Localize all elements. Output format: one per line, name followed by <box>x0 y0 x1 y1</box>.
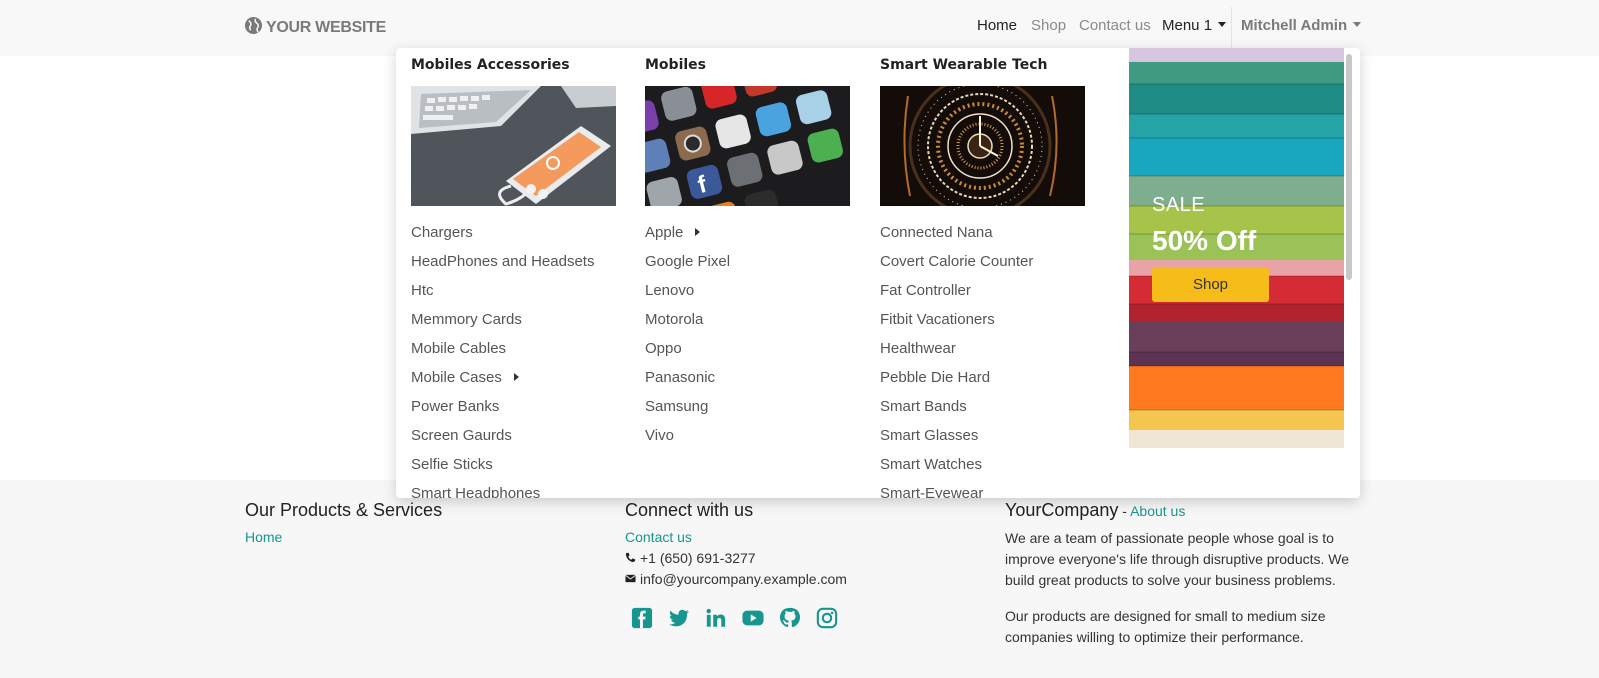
company-target-text: Our products are designed for small to m… <box>1005 608 1326 645</box>
megamenu-scrollbar[interactable] <box>1346 54 1352 280</box>
envelope-icon <box>625 569 636 590</box>
mm-col-mobiles: Mobiles f Apple Google Pixel Lenovo Moto… <box>645 57 855 455</box>
mm-item-label: Apple <box>645 224 684 241</box>
caret-down-icon <box>1218 22 1227 27</box>
footer-email: info@yourcompany.example.com <box>625 569 985 590</box>
youtube-icon[interactable] <box>742 607 764 629</box>
facebook-icon[interactable] <box>631 607 653 629</box>
footer-company-col: YourCompany - About us We are a team of … <box>1005 499 1355 648</box>
caret-down-icon <box>1353 22 1362 27</box>
footer-connect-title: Connect with us <box>625 500 754 520</box>
footer-home-link[interactable]: Home <box>245 527 605 548</box>
github-icon[interactable] <box>779 607 801 629</box>
sale-promo-banner: SALE 50% Off Shop <box>1129 48 1344 448</box>
mobiles-list: Apple Google Pixel Lenovo Motorola Oppo … <box>645 223 855 455</box>
mm-item[interactable]: Selfie Sticks <box>411 455 621 484</box>
mm-item[interactable]: Fitbit Vacationers <box>880 310 1090 339</box>
mm-item[interactable]: Lenovo <box>645 281 855 310</box>
wearables-list: Connected Nana Covert Calorie Counter Fa… <box>880 223 1090 498</box>
mm-col-mobiles-accessories: Mobiles Accessories Chargers HeadPhones … <box>411 57 621 498</box>
mm-item-label: Mobile Cases <box>411 369 502 386</box>
caret-right-icon <box>513 373 519 381</box>
footer-products-col: Our Products & Services Home <box>245 499 605 548</box>
mobiles-image: f <box>645 86 850 206</box>
mm-item[interactable]: Connected Nana <box>880 223 1090 252</box>
mm-item[interactable]: Smart Bands <box>880 397 1090 426</box>
mm-item-mobile-cases[interactable]: Mobile Cases <box>411 368 621 397</box>
mm-item[interactable]: Memmory Cards <box>411 310 621 339</box>
sale-label: SALE <box>1152 194 1206 216</box>
mm-item[interactable]: Fat Controller <box>880 281 1090 310</box>
mm-item[interactable]: Power Banks <box>411 397 621 426</box>
nav-menu1-dropdown[interactable]: Menu 1 <box>1162 17 1227 34</box>
mm-item[interactable]: Screen Gaurds <box>411 426 621 455</box>
footer-company-title: YourCompany - About us <box>1005 499 1355 522</box>
caret-right-icon <box>695 228 701 236</box>
mm-item[interactable]: Smart Headphones <box>411 484 621 498</box>
mega-menu-dropdown: Mobiles Accessories Chargers HeadPhones … <box>396 48 1360 498</box>
nav-shop[interactable]: Shop <box>1031 17 1066 34</box>
mm-item[interactable]: Google Pixel <box>645 252 855 281</box>
about-us-link[interactable]: About us <box>1130 503 1185 519</box>
mm-item[interactable]: Oppo <box>645 339 855 368</box>
footer-contact-link[interactable]: Contact us <box>625 527 985 548</box>
mm-item[interactable]: Smart Glasses <box>880 426 1090 455</box>
mm-item[interactable]: Pebble Die Hard <box>880 368 1090 397</box>
mm-item[interactable]: HeadPhones and Headsets <box>411 252 621 281</box>
company-name: YourCompany <box>1005 500 1119 520</box>
discount-label: 50% Off <box>1152 225 1257 256</box>
mm-item[interactable]: Covert Calorie Counter <box>880 252 1090 281</box>
user-name: Mitchell Admin <box>1241 17 1348 34</box>
mm-item[interactable]: Healthwear <box>880 339 1090 368</box>
mm-item[interactable]: Chargers <box>411 223 621 252</box>
nav-divider <box>1231 7 1232 50</box>
mm-item[interactable]: Panasonic <box>645 368 855 397</box>
wearable-image <box>880 86 1085 206</box>
footer-phone: +1 (650) 691-3277 <box>625 548 985 569</box>
title-dash: - <box>1118 503 1131 519</box>
company-description: We are a team of passionate people whose… <box>1005 530 1350 588</box>
promo-shop-button[interactable]: Shop <box>1152 267 1269 302</box>
mm-item[interactable]: Vivo <box>645 426 855 455</box>
footer-connect-col: Connect with us Contact us +1 (650) 691-… <box>625 499 985 629</box>
mm-item[interactable]: Samsung <box>645 397 855 426</box>
mm-col-title[interactable]: Smart Wearable Tech <box>880 57 1090 75</box>
mm-item[interactable]: Mobile Cables <box>411 339 621 368</box>
footer: Our Products & Services Home Connect wit… <box>0 480 1599 678</box>
footer-products-title: Our Products & Services <box>245 500 443 520</box>
phone-icon <box>625 548 636 569</box>
nav-home[interactable]: Home <box>977 17 1017 34</box>
phone-number: +1 (650) 691-3277 <box>640 550 756 566</box>
mm-col-title[interactable]: Mobiles <box>645 57 855 75</box>
email-address: info@yourcompany.example.com <box>640 571 847 587</box>
mm-item[interactable]: Smart-Eyewear <box>880 484 1090 498</box>
mm-item-apple[interactable]: Apple <box>645 223 855 252</box>
mm-item[interactable]: Motorola <box>645 310 855 339</box>
nav-contact-us[interactable]: Contact us <box>1079 17 1151 34</box>
user-menu-dropdown[interactable]: Mitchell Admin <box>1241 17 1362 34</box>
accessories-list: Chargers HeadPhones and Headsets Htc Mem… <box>411 223 621 498</box>
menu1-label: Menu 1 <box>1162 17 1213 34</box>
linkedin-icon[interactable] <box>705 607 727 629</box>
mm-item[interactable]: Smart Watches <box>880 455 1090 484</box>
mm-item[interactable]: Htc <box>411 281 621 310</box>
instagram-icon[interactable] <box>816 607 838 629</box>
mm-col-smart-wearable-tech: Smart Wearable Tech Connected Nana Cover… <box>880 57 1090 498</box>
twitter-icon[interactable] <box>668 607 690 629</box>
accessories-image <box>411 86 616 206</box>
mm-col-title[interactable]: Mobiles Accessories <box>411 57 621 75</box>
social-links <box>631 607 985 629</box>
